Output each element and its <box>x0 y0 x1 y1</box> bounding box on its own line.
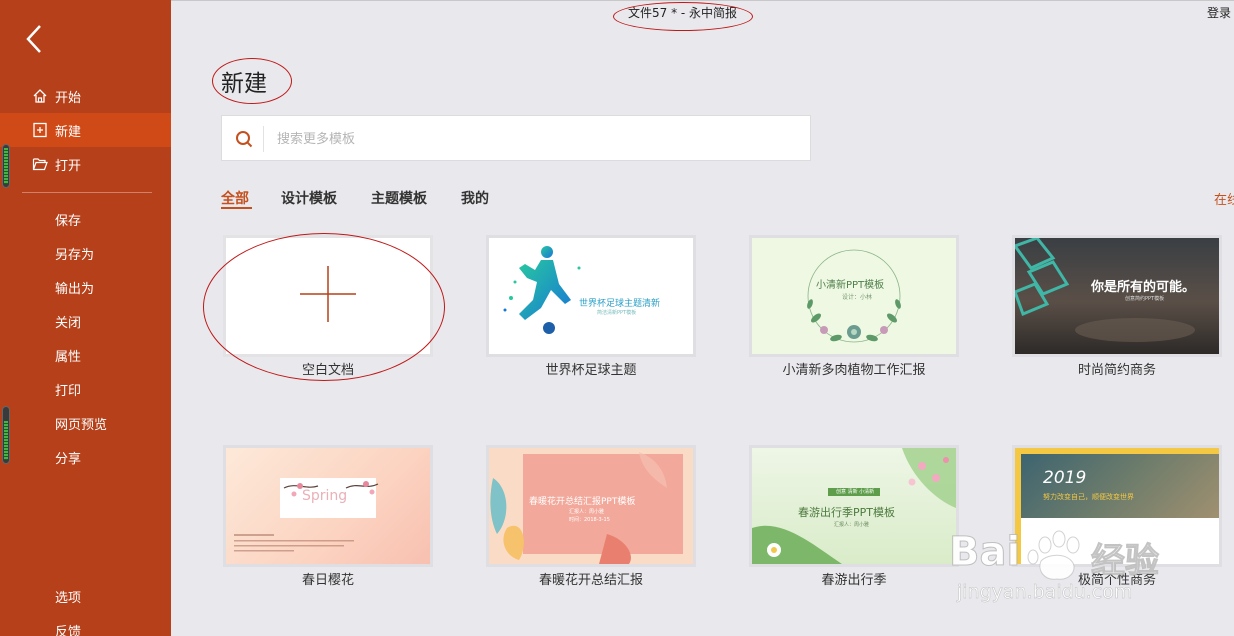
watermark-brand: Bai <box>948 529 1021 576</box>
template-name: 极简个性商务 <box>1077 573 1156 588</box>
online-link[interactable]: 在线 <box>1214 189 1234 208</box>
template-search-box <box>221 115 811 161</box>
sidebar-item-home[interactable]: 开始 <box>0 79 171 113</box>
geometric-lines-graphic <box>1015 238 1195 342</box>
thumb-subtitle: 创意简约PPT模板 <box>1125 296 1165 302</box>
template-thumbnail: 世界杯足球主题清新 简洁清新PPT模板 <box>486 235 696 357</box>
template-card-spring-report[interactable]: 春暖花开总结汇报PPT模板 汇报人：周小雅 时间：2018-3-15 春暖花开总… <box>486 445 696 588</box>
template-thumbnail: 创意 清新 小清新 春游出行季PPT模板 汇报人：周小雅 <box>749 445 959 567</box>
home-icon <box>31 87 49 105</box>
plus-icon <box>300 266 356 322</box>
template-name: 小清新多肉植物工作汇报 <box>782 363 926 378</box>
template-thumbnail: 小清新PPT模板 设计：小林 <box>749 235 959 357</box>
sidebar-item-label: 打开 <box>55 158 82 174</box>
volume-indicator <box>2 144 10 188</box>
sidebar-item-label: 开始 <box>55 90 82 106</box>
template-card-world-cup[interactable]: 世界杯足球主题清新 简洁清新PPT模板 世界杯足球主题 <box>486 235 696 378</box>
folder-open-icon <box>31 155 49 173</box>
tab-theme-templates[interactable]: 主题模板 <box>371 188 427 208</box>
new-doc-icon <box>31 121 49 139</box>
page-title: 新建 <box>221 71 267 97</box>
template-card-minimal-business[interactable]: 2019 努力改变自己，顺便改变世界 极简个性商务 <box>1012 445 1222 588</box>
sidebar-action-options[interactable]: 选项 <box>55 587 81 606</box>
sidebar-action-export[interactable]: 输出为 <box>55 278 94 297</box>
active-tab-indicator <box>221 207 252 209</box>
sidebar-item-label: 新建 <box>55 124 82 140</box>
template-name: 春暖花开总结汇报 <box>538 573 643 588</box>
tab-all[interactable]: 全部 <box>221 188 249 208</box>
template-card-spring-sakura[interactable]: Spring 春日樱花 <box>223 445 433 588</box>
thumb-title: 春暖花开总结汇报PPT模板 <box>529 497 636 507</box>
sidebar-action-close[interactable]: 关闭 <box>55 312 81 331</box>
thumb-title: 2019 <box>1043 468 1087 488</box>
thumb-lower <box>1021 518 1219 564</box>
template-name: 空白文档 <box>301 363 354 378</box>
thumb-title: 小清新PPT模板 <box>816 280 885 291</box>
sidebar: 开始 新建 打开 保存 另存为 输出为 关闭 属性 打印 网页预览 分享 选项 … <box>0 0 171 636</box>
sidebar-action-feedback[interactable]: 反馈 <box>55 621 81 636</box>
sidebar-action-print[interactable]: 打印 <box>55 380 81 399</box>
thumb-title: 你是所有的可能。 <box>1091 280 1196 295</box>
template-thumbnail: 春暖花开总结汇报PPT模板 汇报人：周小雅 时间：2018-3-15 <box>486 445 696 567</box>
thumb-subtitle: 简洁清新PPT模板 <box>597 310 637 316</box>
thumb-subtitle: 设计：小林 <box>842 294 873 301</box>
sidebar-item-open[interactable]: 打开 <box>0 147 171 181</box>
sidebar-item-new[interactable]: 新建 <box>0 113 171 147</box>
search-icon[interactable] <box>234 129 254 149</box>
template-card-blank[interactable]: 空白文档 <box>223 235 433 378</box>
login-link[interactable]: 登录 <box>1207 4 1231 21</box>
thumb-date: 时间：2018-3-15 <box>569 517 610 523</box>
template-name: 春日樱花 <box>301 573 354 588</box>
template-thumbnail: 你是所有的可能。 创意简约PPT模板 <box>1012 235 1222 357</box>
tab-design-templates[interactable]: 设计模板 <box>281 188 337 208</box>
template-card-spring-outing[interactable]: 创意 清新 小清新 春游出行季PPT模板 汇报人：周小雅 春游出行季 <box>749 445 959 588</box>
template-thumbnail: 2019 努力改变自己，顺便改变世界 <box>1012 445 1222 567</box>
sakura-branch-graphic <box>234 481 379 552</box>
template-name: 时尚简约商务 <box>1077 363 1156 378</box>
template-thumbnail <box>223 235 433 357</box>
sidebar-action-save[interactable]: 保存 <box>55 210 81 229</box>
thumb-badge: 创意 清新 小清新 <box>836 489 875 495</box>
thumb-title: Spring <box>302 488 348 504</box>
thumb-subtitle: 努力改变自己，顺便改变世界 <box>1043 493 1134 501</box>
window-top-border <box>171 0 1234 1</box>
search-input[interactable] <box>277 128 797 150</box>
volume-indicator <box>2 406 10 464</box>
thumb-title: 世界杯足球主题清新 <box>579 299 661 309</box>
thumb-subtitle: 汇报人：周小雅 <box>834 522 870 528</box>
thumb-title: 春游出行季PPT模板 <box>798 506 895 519</box>
tab-mine[interactable]: 我的 <box>461 188 489 208</box>
sidebar-action-share[interactable]: 分享 <box>55 448 81 467</box>
template-name: 春游出行季 <box>821 573 887 588</box>
sidebar-action-properties[interactable]: 属性 <box>55 346 81 365</box>
template-name: 世界杯足球主题 <box>545 363 637 378</box>
thumb-subtitle: 汇报人：周小雅 <box>569 509 605 515</box>
search-separator <box>263 126 264 152</box>
sidebar-action-save-as[interactable]: 另存为 <box>55 244 94 263</box>
template-card-business[interactable]: 你是所有的可能。 创意简约PPT模板 时尚简约商务 <box>1012 235 1222 378</box>
document-title: 文件57 * - 永中简报 <box>628 6 738 20</box>
template-thumbnail: Spring <box>223 445 433 567</box>
template-card-succulent[interactable]: 小清新PPT模板 设计：小林 小清新多肉植物工作汇报 <box>749 235 959 378</box>
sidebar-action-web-preview[interactable]: 网页预览 <box>55 414 107 433</box>
sidebar-divider <box>22 192 152 193</box>
back-arrow-icon[interactable] <box>22 22 52 56</box>
